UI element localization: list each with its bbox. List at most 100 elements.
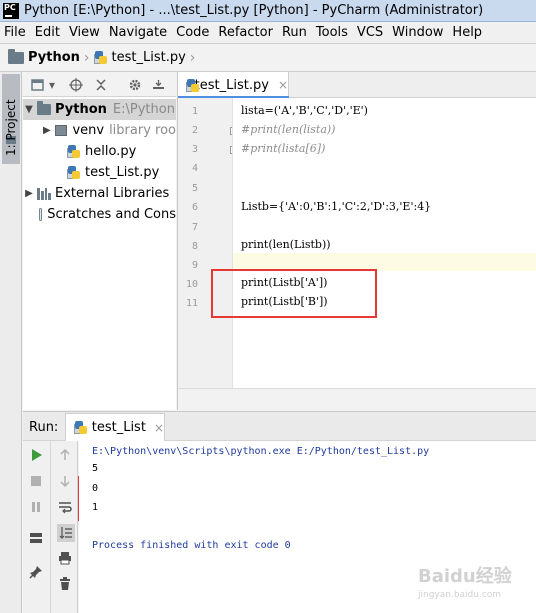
tree-root-label: Python xyxy=(55,102,107,117)
gear-icon[interactable] xyxy=(128,78,142,92)
menu-edit[interactable]: Edit xyxy=(30,25,64,40)
arrow-down-icon[interactable] xyxy=(58,474,72,488)
tree-item-label: External Libraries xyxy=(55,186,170,201)
chevron-right-icon: › xyxy=(189,49,196,66)
menu-navigate[interactable]: Navigate xyxy=(104,25,171,40)
pin-icon[interactable] xyxy=(29,565,43,579)
console-output-line: 1 xyxy=(92,502,99,513)
chevron-down-icon[interactable]: ▾ xyxy=(47,78,57,92)
menu-code[interactable]: Code xyxy=(171,25,213,40)
menu-run[interactable]: Run xyxy=(277,25,311,40)
baidu-watermark: Baidu经验 jingyan.baidu.com xyxy=(418,562,528,606)
line-number: 6 xyxy=(191,202,198,213)
line-number: 8 xyxy=(191,241,198,252)
arrow-up-icon[interactable] xyxy=(58,448,72,462)
line-number: 2 xyxy=(191,125,198,136)
collapse-all-icon[interactable] xyxy=(94,78,108,92)
line-number: 9 xyxy=(191,260,198,271)
run-panel-header: Run: test_List × xyxy=(23,411,536,441)
python-file-icon xyxy=(67,144,81,159)
hide-panel-icon[interactable] xyxy=(152,78,166,92)
project-view-icon[interactable] xyxy=(31,78,45,92)
tree-item-label: test_List.py xyxy=(85,165,160,180)
menu-vcs[interactable]: VCS xyxy=(352,25,387,40)
run-panel-label: Run: xyxy=(29,420,59,435)
tree-item-label: hello.py xyxy=(85,144,137,159)
watermark-text: Baidu经验 xyxy=(418,566,512,587)
code-line: Listb={'A':0,'B':1,'C':2,'D':3,'E':4} xyxy=(241,200,432,213)
menu-window[interactable]: Window xyxy=(387,25,447,40)
line-number: 5 xyxy=(191,183,198,194)
tree-item-external-libraries[interactable]: ▶ External Libraries xyxy=(23,183,176,204)
editor-tab-label: test_List.py xyxy=(194,77,269,93)
run-tab-test-list[interactable]: test_List × xyxy=(65,413,165,441)
editor-tab-bar: test_List.py × xyxy=(177,72,536,99)
tree-item-scratches[interactable]: Scratches and Cons xyxy=(23,204,176,225)
line-number: 3 xyxy=(191,144,198,155)
line-number: 4 xyxy=(191,163,198,174)
code-line: #print(lista[6]) xyxy=(241,142,326,155)
venv-folder-icon xyxy=(54,125,68,136)
stop-icon[interactable] xyxy=(29,474,43,488)
project-tool-label: 1: Project xyxy=(4,99,18,156)
code-line: #print(len(lista)) xyxy=(241,123,336,136)
title-bar: PC Python [E:\Python] - ...\test_List.py… xyxy=(0,0,536,22)
print-icon[interactable] xyxy=(58,551,72,565)
chevron-right-icon[interactable]: ▶ xyxy=(41,125,53,136)
menu-help[interactable]: Help xyxy=(447,25,486,40)
tree-root-path: E:\Python xyxy=(112,102,175,117)
breadcrumb-project[interactable]: Python xyxy=(28,50,80,65)
python-file-icon xyxy=(74,420,88,435)
library-icon xyxy=(37,187,51,200)
pycharm-logo-icon: PC xyxy=(3,2,19,19)
code-editor[interactable]: lista=('A','B','C','D','E') #print(len(l… xyxy=(232,98,536,410)
tree-item-hello-py[interactable]: hello.py xyxy=(23,141,176,162)
rerun-play-icon[interactable] xyxy=(29,448,43,462)
project-toolbar: ▾ xyxy=(23,72,176,97)
tree-item-test-list-py[interactable]: test_List.py xyxy=(23,162,176,183)
tree-item-label: venv xyxy=(72,123,105,138)
pause-icon[interactable] xyxy=(29,500,43,514)
soft-wrap-icon[interactable] xyxy=(58,500,72,514)
menu-refactor[interactable]: Refactor xyxy=(213,25,277,40)
tree-item-venv[interactable]: ▶ venv library roo xyxy=(23,120,176,141)
breadcrumb-file[interactable]: test_List.py xyxy=(112,50,186,65)
restore-layout-icon[interactable] xyxy=(29,531,43,545)
trash-icon[interactable] xyxy=(58,577,72,591)
menu-file[interactable]: File xyxy=(0,25,30,40)
breadcrumb: Python › test_List.py › xyxy=(0,43,536,72)
editor-bottom-bar xyxy=(177,388,536,410)
run-toolbar xyxy=(23,441,78,613)
project-tool-tab[interactable]: 1: Project xyxy=(2,74,20,164)
chevron-right-icon: › xyxy=(83,49,90,66)
editor-tab-test-list[interactable]: test_List.py × xyxy=(178,72,289,99)
watermark-subtext: jingyan.baidu.com xyxy=(418,590,502,600)
line-number: 10 xyxy=(185,279,198,290)
code-line: print(len(Listb)) xyxy=(241,238,331,251)
tree-item-label: Scratches and Cons xyxy=(47,207,176,222)
folder-icon xyxy=(37,101,51,115)
close-icon[interactable]: × xyxy=(278,78,288,92)
python-file-icon xyxy=(93,50,108,65)
console-command-line: E:\Python\venv\Scripts\python.exe E:/Pyt… xyxy=(92,446,430,457)
line-number: 1 xyxy=(191,106,198,117)
code-line: lista=('A','B','C','D','E') xyxy=(241,104,368,117)
scroll-to-end-icon[interactable] xyxy=(57,524,75,542)
menu-tools[interactable]: Tools xyxy=(311,25,352,40)
python-file-icon xyxy=(186,78,199,93)
chevron-right-icon[interactable]: ▶ xyxy=(23,188,35,199)
locate-target-icon[interactable] xyxy=(69,78,83,92)
tree-item-hint: library roo xyxy=(109,123,176,138)
console-output-line: 0 xyxy=(92,483,99,494)
console-exit-line: Process finished with exit code 0 xyxy=(92,540,291,551)
run-tab-label: test_List xyxy=(91,420,146,435)
left-tool-strip: 1: Project xyxy=(0,72,22,613)
folder-icon xyxy=(8,48,24,64)
menu-view[interactable]: View xyxy=(64,25,104,40)
editor-gutter: 1 2 3 4 5 6 7 8 9 10 11 xyxy=(177,98,238,410)
tree-root-python[interactable]: ▼ Python E:\Python xyxy=(23,99,176,120)
close-icon[interactable]: × xyxy=(154,421,164,435)
scratches-icon xyxy=(39,208,43,221)
chevron-down-icon[interactable]: ▼ xyxy=(23,104,35,115)
window-title: Python [E:\Python] - ...\test_List.py [P… xyxy=(24,3,484,18)
